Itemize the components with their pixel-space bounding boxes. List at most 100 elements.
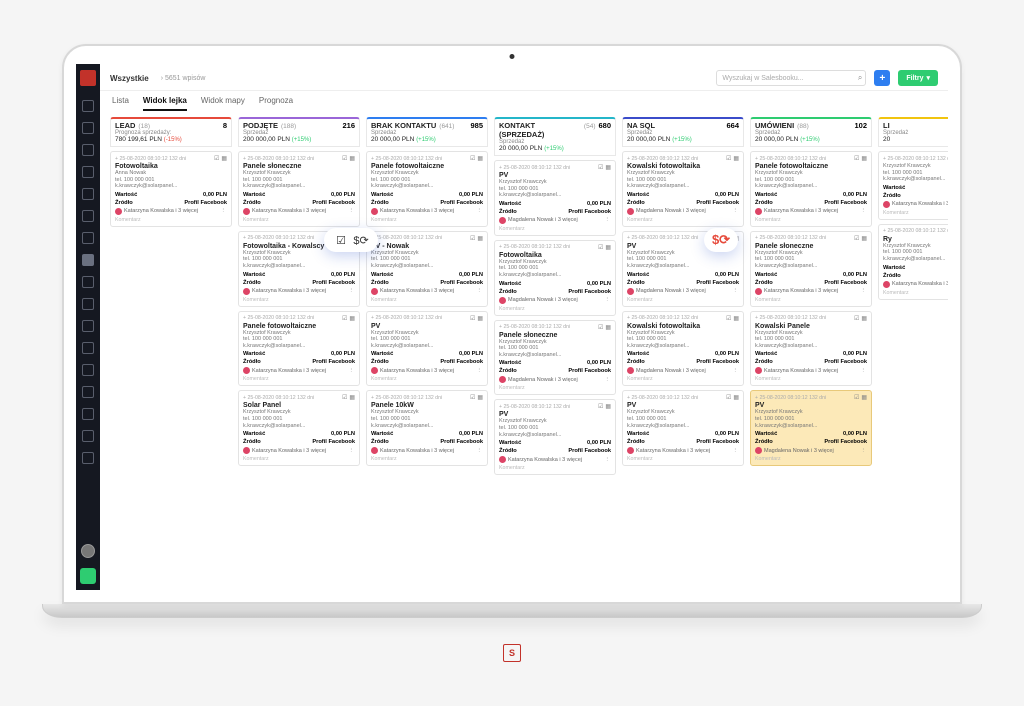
clipboard-icon[interactable]: ☑ [598,244,603,251]
calendar-icon[interactable]: ▦ [349,315,355,322]
lead-card[interactable]: + 25-08-2020 08:10:12 132 dni ☑▦ Panele … [366,151,488,227]
lead-card[interactable]: + 25-08-2020 08:10:12 132 dni ☑▦ Panele … [366,390,488,466]
nav-icon[interactable] [82,430,94,442]
nav-icon[interactable] [82,320,94,332]
calendar-icon[interactable]: ▦ [733,315,739,322]
card-menu[interactable]: ⋮ [605,297,612,303]
calendar-icon[interactable]: ▦ [733,394,739,401]
clipboard-icon[interactable]: ☑ [854,315,859,322]
nav-icon[interactable] [82,254,94,266]
clipboard-icon[interactable]: ☑ [854,235,859,242]
calendar-icon[interactable]: ▦ [861,394,867,401]
lead-card[interactable]: + 25-08-2020 08:10:12 132 dni ☑▦ Ry Krzy… [878,224,948,300]
lead-card[interactable]: + 25-08-2020 08:10:12 132 dni ☑▦ PV Krzy… [366,311,488,387]
clipboard-icon[interactable]: ☑ [470,155,475,162]
lead-card[interactable]: + 25-08-2020 08:10:12 132 dni ☑▦ Krzyszt… [878,151,948,220]
clipboard-icon[interactable]: ☑ [726,315,731,322]
card-menu[interactable]: ⋮ [349,368,356,374]
card-menu[interactable]: ⋮ [861,368,868,374]
nav-icon[interactable] [82,188,94,200]
nav-icon[interactable] [82,276,94,288]
card-menu[interactable]: ⋮ [477,368,484,374]
card-menu[interactable]: ⋮ [861,288,868,294]
nav-icon[interactable] [82,342,94,354]
lead-card[interactable]: + 25-08-2020 08:10:12 132 dni ☑▦ PV - No… [366,231,488,307]
nav-icon[interactable] [82,298,94,310]
lead-card[interactable]: + 25-08-2020 08:10:12 132 dni ☑▦ Kowalsk… [622,311,744,387]
clipboard-icon[interactable]: ☑ [470,315,475,322]
nav-icon[interactable] [82,386,94,398]
lead-card[interactable]: + 25-08-2020 08:10:12 132 dni ☑▦ Panele … [238,311,360,387]
filter-button[interactable]: Filtry ▾ [898,70,938,86]
calendar-icon[interactable]: ▦ [861,155,867,162]
tab-widok-lejka[interactable]: Widok lejka [143,96,187,111]
nav-icon[interactable] [82,408,94,420]
card-menu[interactable]: ⋮ [733,448,740,454]
calendar-icon[interactable]: ▦ [477,155,483,162]
card-menu[interactable]: ⋮ [349,448,356,454]
calendar-icon[interactable]: ▦ [477,235,483,242]
clipboard-icon[interactable]: ☑ [470,394,475,401]
calendar-icon[interactable]: ▦ [349,155,355,162]
nav-icon[interactable] [82,210,94,222]
card-menu[interactable]: ⋮ [733,368,740,374]
calendar-icon[interactable]: ▦ [733,155,739,162]
calendar-icon[interactable]: ▦ [605,324,611,331]
card-menu[interactable]: ⋮ [733,288,740,294]
card-menu[interactable]: ⋮ [605,377,612,383]
search-input[interactable]: Wyszukaj w Salesbooku... ⌕ [716,70,866,86]
nav-icon[interactable] [82,232,94,244]
calendar-icon[interactable]: ▦ [477,394,483,401]
card-menu[interactable]: ⋮ [349,208,356,214]
clipboard-icon[interactable]: ☑ [342,315,347,322]
lead-card[interactable]: + 25-08-2020 08:10:12 132 dni ☑▦ PV Krzy… [494,160,616,236]
lead-card[interactable]: + 25-08-2020 08:10:12 132 dni ☑▦ Kowalsk… [750,311,872,387]
calendar-icon[interactable]: ▦ [861,315,867,322]
card-menu[interactable]: ⋮ [477,288,484,294]
app-logo[interactable] [80,70,96,86]
calendar-icon[interactable]: ▦ [221,155,227,162]
card-menu[interactable]: ⋮ [861,448,868,454]
add-button[interactable]: + [874,70,890,86]
clipboard-icon[interactable]: ☑ [342,155,347,162]
card-menu[interactable]: ⋮ [605,457,612,463]
card-menu[interactable]: ⋮ [477,448,484,454]
nav-icon[interactable] [82,144,94,156]
clipboard-icon[interactable]: ☑ [598,324,603,331]
user-avatar[interactable] [81,544,95,558]
calendar-icon[interactable]: ▦ [605,164,611,171]
card-menu[interactable]: ⋮ [221,208,228,214]
card-menu[interactable]: ⋮ [861,208,868,214]
tab-widok-mapy[interactable]: Widok mapy [201,96,245,111]
calendar-icon[interactable]: ▦ [477,315,483,322]
clipboard-icon[interactable]: ☑ [598,403,603,410]
lead-card[interactable]: + 25-08-2020 08:10:12 132 dni ☑▦ Panele … [494,320,616,396]
calendar-icon[interactable]: ▦ [861,235,867,242]
lead-card[interactable]: + 25-08-2020 08:10:12 132 dni ☑▦ Solar P… [238,390,360,466]
card-menu[interactable]: ⋮ [349,288,356,294]
calendar-icon[interactable]: ▦ [605,244,611,251]
nav-icon[interactable] [82,364,94,376]
lead-card[interactable]: + 25-08-2020 08:10:12 132 dni ☑▦ PV Krzy… [494,399,616,475]
nav-icon[interactable] [82,122,94,134]
tab-prognoza[interactable]: Prognoza [259,96,293,111]
clipboard-icon[interactable]: ☑ [854,155,859,162]
card-menu[interactable]: ⋮ [477,208,484,214]
clipboard-icon[interactable]: ☑ [854,394,859,401]
clipboard-icon[interactable]: ☑ [342,394,347,401]
calendar-icon[interactable]: ▦ [605,403,611,410]
lead-card[interactable]: + 25-08-2020 08:10:12 132 dni ☑▦ Fotowol… [110,151,232,227]
card-menu[interactable]: ⋮ [733,208,740,214]
clipboard-icon[interactable]: ☑ [726,155,731,162]
lead-card[interactable]: + 25-08-2020 08:10:12 132 dni ☑▦ Fotowol… [494,240,616,316]
lead-card[interactable]: + 25-08-2020 08:10:12 132 dni ☑▦ Panele … [238,151,360,227]
nav-icon[interactable] [82,166,94,178]
clipboard-icon[interactable]: ☑ [726,394,731,401]
calendar-icon[interactable]: ▦ [349,394,355,401]
lead-card[interactable]: + 25-08-2020 08:10:12 132 dni ☑▦ Panele … [750,231,872,307]
lead-card[interactable]: + 25-08-2020 08:10:12 132 dni ☑▦ Kowalsk… [622,151,744,227]
lead-card[interactable]: + 25-08-2020 08:10:12 132 dni ☑▦ PV Krzy… [750,390,872,466]
nav-icon[interactable] [82,452,94,464]
breadcrumb-root[interactable]: Wszystkie [110,74,149,83]
clipboard-icon[interactable]: ☑ [598,164,603,171]
